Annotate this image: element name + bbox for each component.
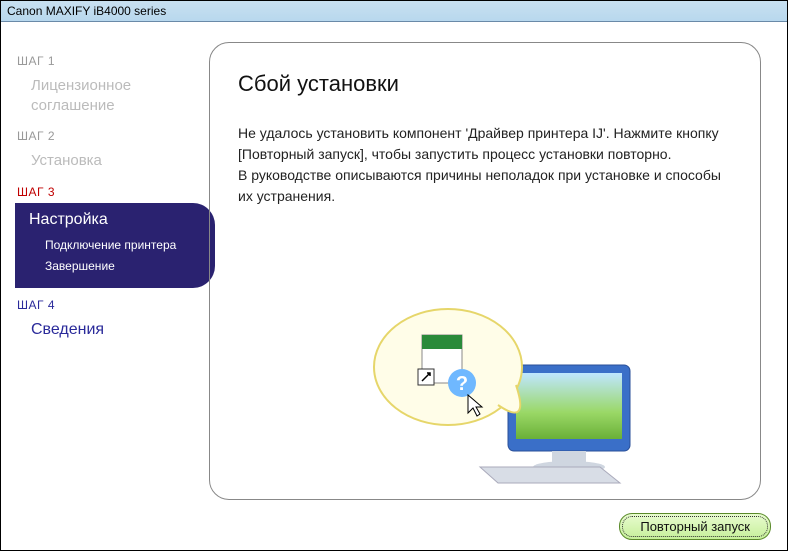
step4-label: ШАГ 4	[17, 298, 209, 312]
installer-window: Canon MAXIFY iB4000 series ШАГ 1 Лицензи…	[0, 0, 788, 551]
step1-label: ШАГ 1	[17, 54, 209, 68]
footer-buttons: Повторный запуск	[619, 513, 771, 540]
step3-active-block: Настройка Подключение принтера Завершени…	[15, 203, 215, 288]
step2-label: ШАГ 2	[17, 129, 209, 143]
error-para1: Не удалось установить компонент 'Драйвер…	[238, 123, 732, 165]
error-para2: В руководстве описываются причины непола…	[238, 165, 732, 207]
step3-sub1: Подключение принтера	[29, 235, 203, 257]
window-body: ШАГ 1 Лицензионное соглашение ШАГ 2 Уста…	[1, 22, 787, 550]
svg-text:?: ?	[456, 373, 468, 395]
illustration-svg: ?	[330, 287, 640, 487]
sidebar: ШАГ 1 Лицензионное соглашение ШАГ 2 Уста…	[1, 22, 209, 550]
step3-label: ШАГ 3	[17, 185, 209, 199]
step2-item: Установка	[17, 147, 209, 175]
help-illustration: ?	[330, 287, 640, 487]
step3-sub2: Завершение	[29, 256, 203, 278]
step1-item: Лицензионное соглашение	[17, 72, 209, 119]
step4-item: Сведения	[17, 316, 209, 345]
content-area: Сбой установки Не удалось установить ком…	[209, 22, 787, 550]
step3-main: Настройка	[29, 211, 203, 229]
content-panel: Сбой установки Не удалось установить ком…	[209, 42, 761, 500]
retry-button[interactable]: Повторный запуск	[619, 513, 771, 540]
title-bar: Canon MAXIFY iB4000 series	[1, 1, 787, 22]
window-title: Canon MAXIFY iB4000 series	[7, 4, 166, 18]
page-title: Сбой установки	[238, 71, 732, 97]
